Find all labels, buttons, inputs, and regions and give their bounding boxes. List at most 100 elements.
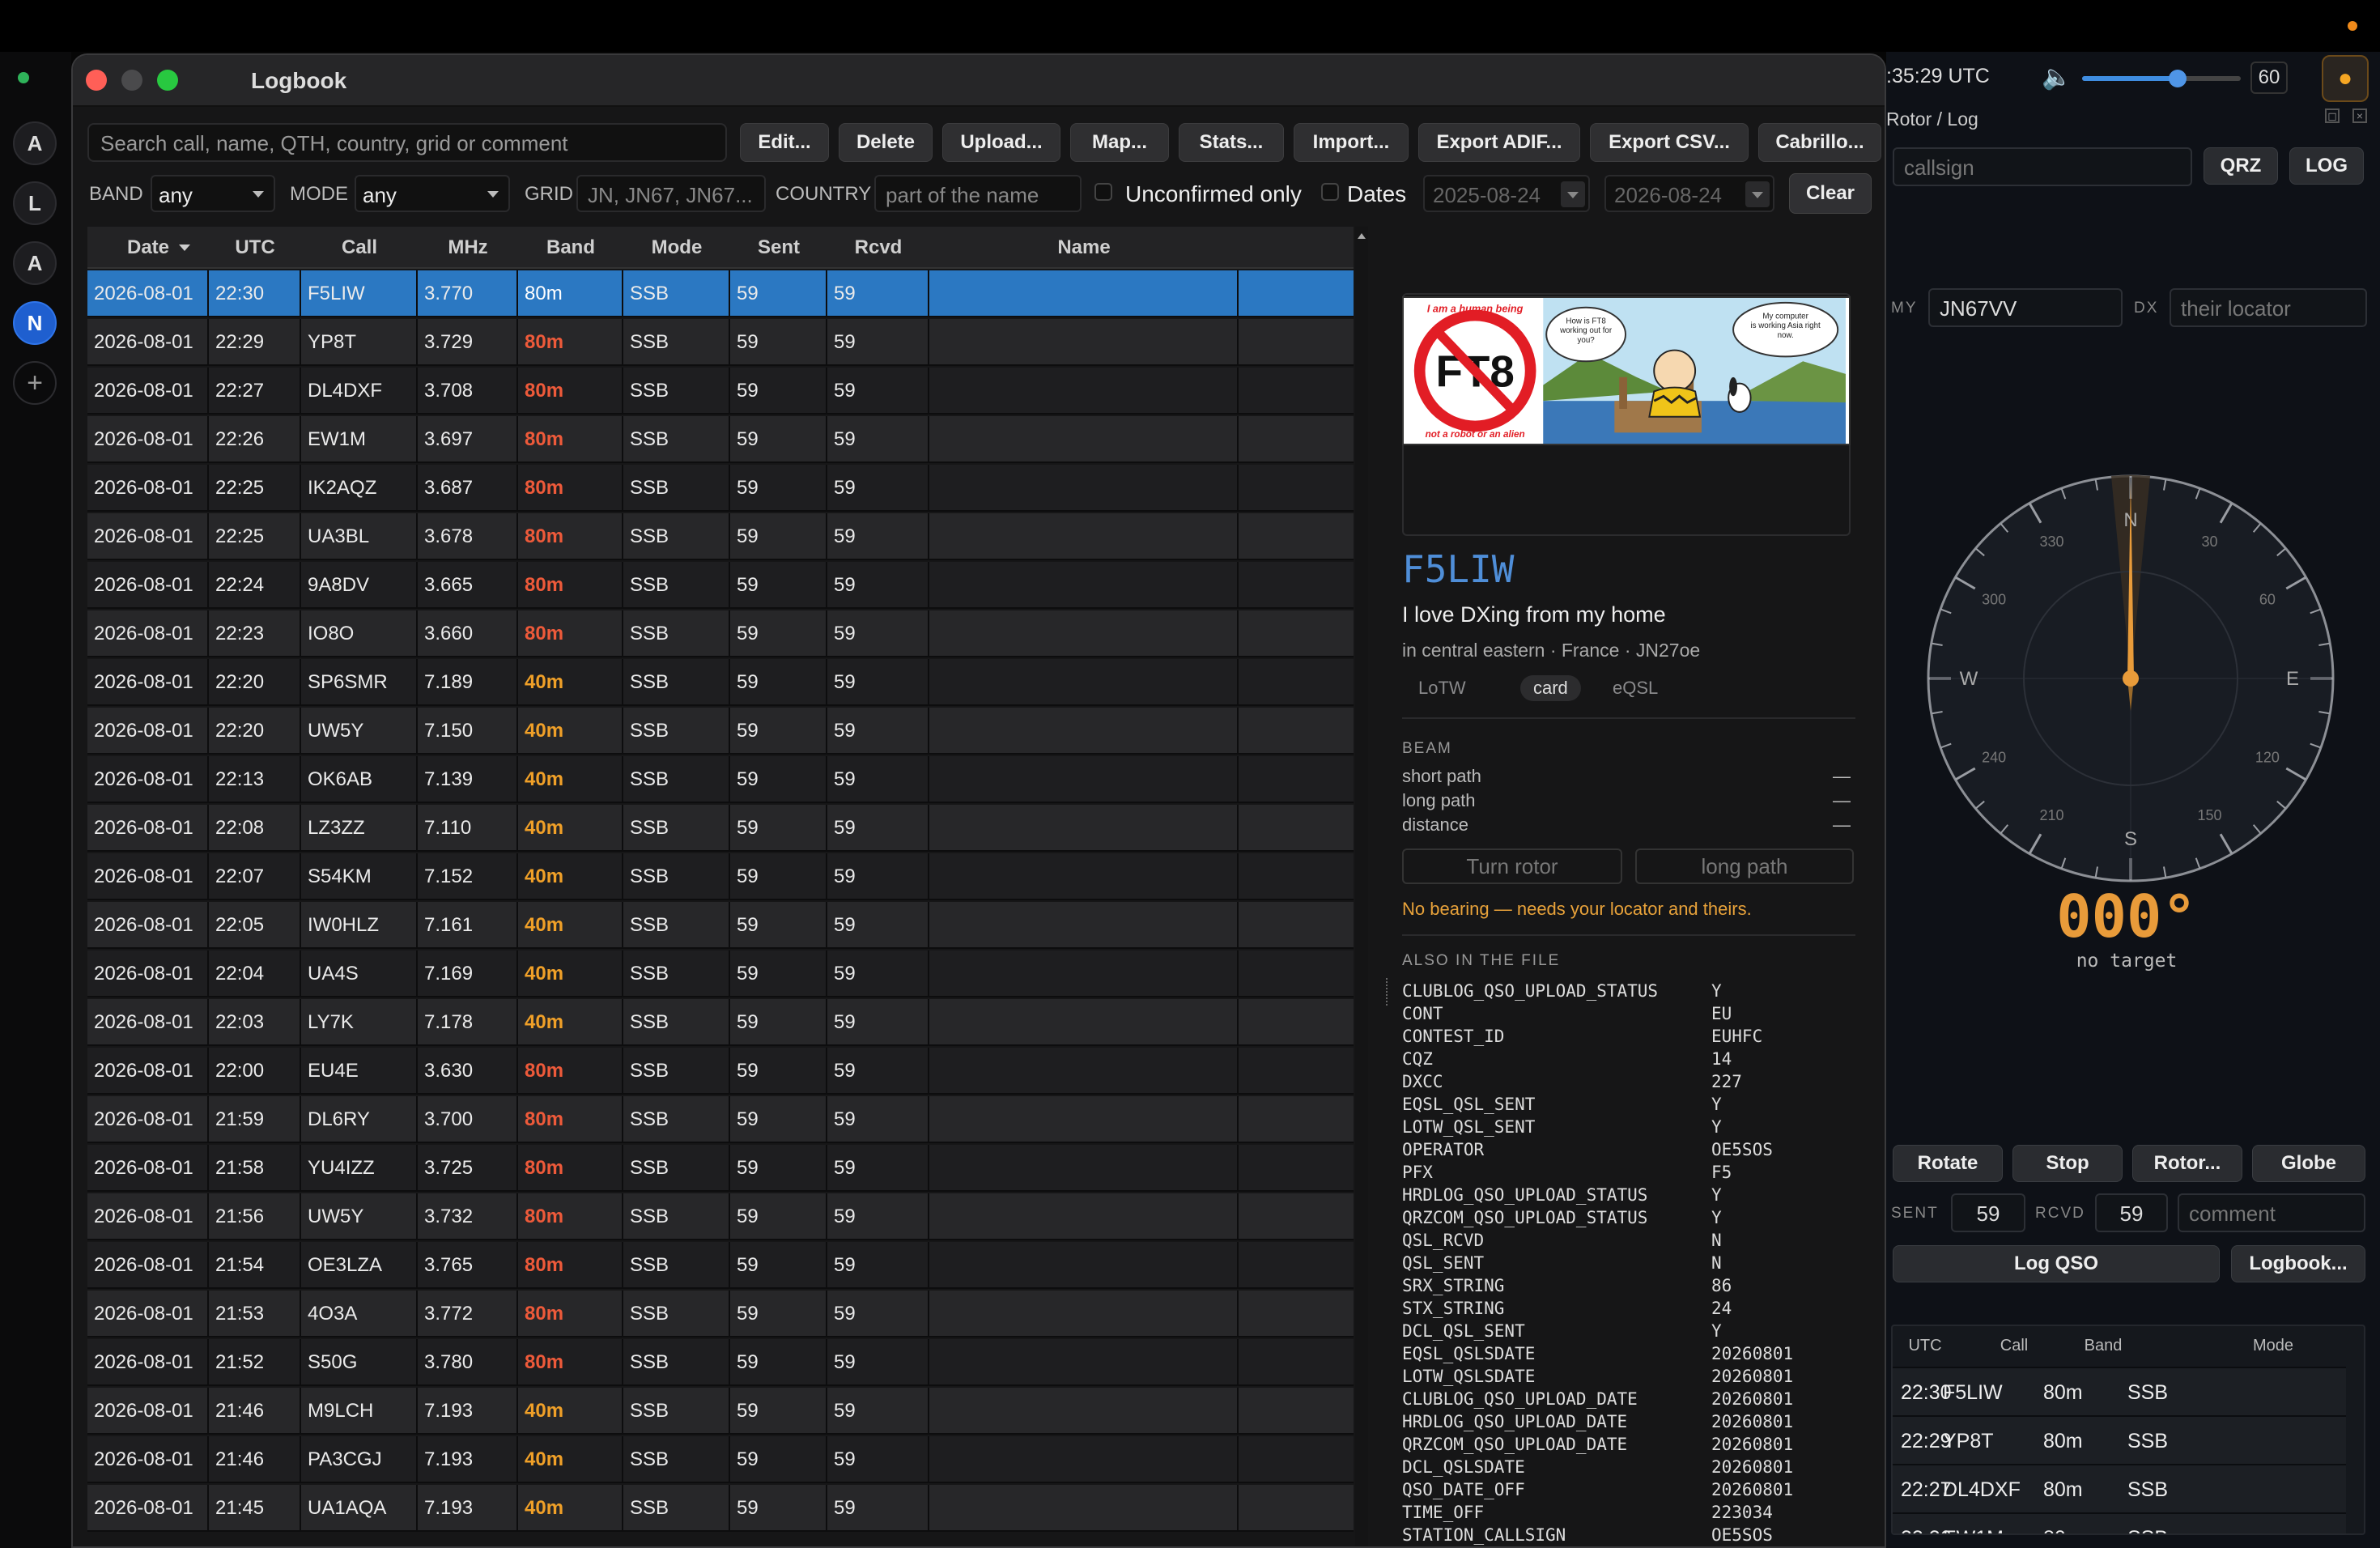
recent-qso-row[interactable]: 22:29 YP8T 80m SSB: [1893, 1415, 2346, 1464]
export-adif-button[interactable]: Export ADIF...: [1418, 123, 1580, 162]
cabrillo-button[interactable]: Cabrillo...: [1758, 123, 1881, 162]
table-row[interactable]: 2026-08-01 21:46 PA3CGJ 7.193 40m SSB 59 59: [87, 1436, 1354, 1483]
table-row[interactable]: 2026-08-01 21:53 4O3A 3.772 80m SSB 59 59: [87, 1291, 1354, 1337]
date-stepper-icon[interactable]: [1561, 181, 1585, 207]
log-qso-button[interactable]: Log QSO: [1893, 1245, 2220, 1282]
table-row[interactable]: 2026-08-01 22:25 IK2AQZ 3.687 80m SSB 59 59: [87, 465, 1354, 512]
delete-button[interactable]: Delete: [839, 123, 933, 162]
rail-item-l[interactable]: L: [13, 181, 57, 225]
file-field-key: LOTW_QSLSDATE: [1402, 1367, 1536, 1386]
dx-locator-input[interactable]: their locator: [2170, 288, 2367, 327]
unconfirmed-checkbox[interactable]: [1094, 183, 1112, 201]
column-header-utc[interactable]: UTC: [209, 227, 301, 269]
rotor-settings-button[interactable]: Rotor...: [2132, 1145, 2242, 1182]
stop-button[interactable]: Stop: [2012, 1145, 2123, 1182]
table-row[interactable]: 2026-08-01 21:58 YU4IZZ 3.725 80m SSB 59 59: [87, 1145, 1354, 1192]
close-panel-icon[interactable]: ×: [2352, 108, 2367, 123]
file-field-value: 24: [1711, 1299, 1732, 1318]
rotate-button[interactable]: Rotate: [1893, 1145, 2003, 1182]
table-row[interactable]: 2026-08-01 22:30 F5LIW 3.770 80m SSB 59 59: [87, 270, 1354, 317]
table-row[interactable]: 2026-08-01 21:52 S50G 3.780 80m SSB 59 59: [87, 1339, 1354, 1386]
column-header-sent[interactable]: Sent: [730, 227, 827, 269]
my-locator-input[interactable]: JN67VV: [1928, 288, 2123, 327]
recent-qso-row[interactable]: 22:30 F5LIW 80m SSB: [1893, 1367, 2346, 1415]
title-bar[interactable]: Logbook: [73, 55, 1885, 107]
edit-button[interactable]: Edit...: [740, 123, 829, 162]
dates-checkbox[interactable]: [1321, 183, 1339, 201]
globe-button[interactable]: Globe: [2252, 1145, 2365, 1182]
column-header-mode[interactable]: Mode: [623, 227, 730, 269]
table-row[interactable]: 2026-08-01 22:13 OK6AB 7.139 40m SSB 59 59: [87, 756, 1354, 803]
table-row[interactable]: 2026-08-01 22:08 LZ3ZZ 7.110 40m SSB 59 59: [87, 805, 1354, 852]
column-header-mhz[interactable]: MHz: [418, 227, 518, 269]
logbook-button[interactable]: Logbook...: [2231, 1245, 2365, 1282]
date-to-input[interactable]: 2026-08-24: [1604, 175, 1774, 212]
table-row[interactable]: 2026-08-01 22:23 IO8O 3.660 80m SSB 59 59: [87, 610, 1354, 657]
date-from-input[interactable]: 2025-08-24: [1423, 175, 1590, 212]
cell-utc: 22:00: [209, 1048, 301, 1095]
mode-value: any: [363, 183, 397, 207]
table-row[interactable]: 2026-08-01 21:54 OE3LZA 3.765 80m SSB 59 59: [87, 1242, 1354, 1289]
table-scrollbar[interactable]: [1355, 227, 1368, 1546]
column-header-name[interactable]: Name: [929, 227, 1239, 269]
table-row[interactable]: 2026-08-01 22:00 EU4E 3.630 80m SSB 59 59: [87, 1048, 1354, 1095]
grid-input[interactable]: JN, JN67, JN67...: [576, 175, 766, 212]
file-field-row: CQZ 14: [1402, 1048, 1855, 1070]
callsign-input[interactable]: callsign: [1893, 147, 2192, 186]
mode-select[interactable]: any: [355, 175, 510, 212]
table-row[interactable]: 2026-08-01 22:04 UA4S 7.169 40m SSB 59 59: [87, 950, 1354, 997]
maximize-icon[interactable]: [157, 70, 178, 91]
recent-qso-row[interactable]: 22:27 DL4DXF 80m SSB: [1893, 1464, 2346, 1512]
stats-button[interactable]: Stats...: [1179, 123, 1284, 162]
rail-item-a2[interactable]: A: [13, 241, 57, 285]
clear-button[interactable]: Clear: [1789, 173, 1872, 214]
log-button[interactable]: LOG: [2289, 147, 2364, 185]
column-header-date[interactable]: Date: [87, 227, 209, 269]
qrz-button[interactable]: QRZ: [2204, 147, 2278, 185]
upload-button[interactable]: Upload...: [942, 123, 1060, 162]
rcvd-input[interactable]: 59: [2095, 1193, 2168, 1232]
table-row[interactable]: 2026-08-01 21:59 DL6RY 3.700 80m SSB 59 59: [87, 1096, 1354, 1143]
date-stepper-icon[interactable]: [1745, 181, 1770, 207]
search-input[interactable]: Search call, name, QTH, country, grid or…: [87, 123, 727, 162]
table-row[interactable]: 2026-08-01 22:05 IW0HLZ 7.161 40m SSB 59 59: [87, 902, 1354, 949]
table-row[interactable]: 2026-08-01 22:03 LY7K 7.178 40m SSB 59 59: [87, 999, 1354, 1046]
column-header-band[interactable]: Band: [518, 227, 623, 269]
column-header-call[interactable]: Call: [301, 227, 418, 269]
import-button[interactable]: Import...: [1294, 123, 1409, 162]
table-row[interactable]: 2026-08-01 22:07 S54KM 7.152 40m SSB 59 59: [87, 853, 1354, 900]
table-row[interactable]: 2026-08-01 22:27 DL4DXF 3.708 80m SSB 59 59: [87, 368, 1354, 415]
table-row[interactable]: 2026-08-01 22:24 9A8DV 3.665 80m SSB 59 59: [87, 562, 1354, 609]
lightbulb-icon[interactable]: ●: [2322, 55, 2369, 102]
table-row[interactable]: 2026-08-01 22:25 UA3BL 3.678 80m SSB 59 59: [87, 513, 1354, 560]
table-row[interactable]: 2026-08-01 21:56 UW5Y 3.732 80m SSB 59 59: [87, 1193, 1354, 1240]
export-csv-button[interactable]: Export CSV...: [1590, 123, 1749, 162]
split-handle[interactable]: [1386, 978, 1389, 1006]
long-path-button[interactable]: long path: [1635, 848, 1854, 884]
popout-icon[interactable]: ◻: [2325, 108, 2340, 123]
country-input[interactable]: part of the name: [874, 175, 1082, 212]
table-row[interactable]: 2026-08-01 22:20 SP6SMR 7.189 40m SSB 59 59: [87, 659, 1354, 706]
close-icon[interactable]: [86, 70, 107, 91]
cell-rcvd: 59: [827, 513, 929, 560]
recent-qso-row[interactable]: 22:26EW1M80mSSB: [1893, 1512, 2346, 1533]
speaker-icon[interactable]: 🔈: [2042, 63, 2072, 91]
rail-item-n[interactable]: N: [13, 301, 57, 345]
table-row[interactable]: 2026-08-01 21:45 UA1AQA 7.193 40m SSB 59 59: [87, 1485, 1354, 1532]
add-rail-button[interactable]: +: [13, 361, 57, 405]
compass-dial[interactable]: N E S W 3060120150210240300330: [1920, 468, 2341, 889]
minimize-icon[interactable]: [121, 70, 142, 91]
table-row[interactable]: 2026-08-01 22:26 EW1M 3.697 80m SSB 59 59: [87, 416, 1354, 463]
volume-knob[interactable]: [2168, 70, 2187, 87]
table-row[interactable]: 2026-08-01 22:20 UW5Y 7.150 40m SSB 59 59: [87, 708, 1354, 755]
table-row[interactable]: 2026-08-01 22:29 YP8T 3.729 80m SSB 59 59: [87, 319, 1354, 366]
table-row[interactable]: 2026-08-01 21:46 M9LCH 7.193 40m SSB 59 59: [87, 1388, 1354, 1435]
sent-input[interactable]: 59: [1951, 1193, 2025, 1232]
comment-input[interactable]: comment: [2178, 1193, 2365, 1232]
map-button[interactable]: Map...: [1070, 123, 1169, 162]
column-header-rcvd[interactable]: Rcvd: [827, 227, 929, 269]
volume-slider[interactable]: [2082, 70, 2241, 87]
rail-item-a1[interactable]: A: [13, 121, 57, 165]
turn-rotor-button[interactable]: Turn rotor: [1402, 848, 1622, 884]
band-select[interactable]: any: [151, 175, 275, 212]
